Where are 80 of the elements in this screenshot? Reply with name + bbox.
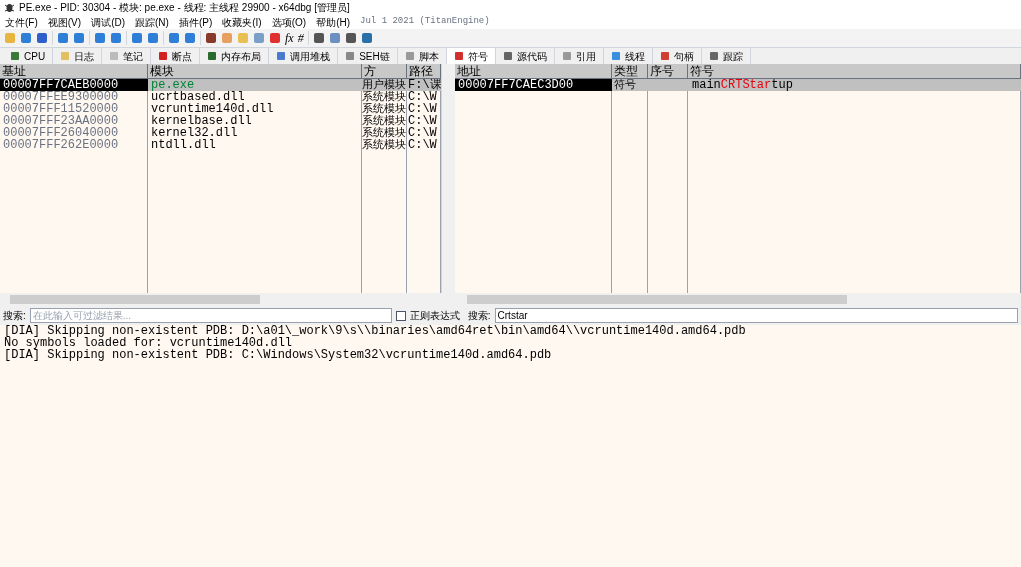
menu-item[interactable]: 帮助(H) — [316, 14, 351, 30]
menu-item[interactable]: 跟踪(N) — [135, 14, 169, 30]
table-cell-text: C:\W — [407, 139, 438, 151]
table-cell-text: 00007FFEE9300000 — [2, 91, 120, 103]
tab-icon — [345, 51, 356, 61]
search-label: 搜索: — [467, 309, 491, 323]
toolbar-glyph[interactable]: # — [297, 31, 304, 45]
menu-item[interactable]: 插件(P) — [178, 14, 213, 30]
table-cell: 系统模块 — [362, 127, 407, 139]
window-title: PE.exe - PID: 30304 - 模块: pe.exe - 线程: 主线程 29900 - x64dbg [管理员] — [19, 1, 350, 15]
search-label: 搜索: — [3, 309, 26, 323]
regex-label: 正则表达式 — [409, 309, 460, 323]
table-cell: F:\课 — [407, 79, 441, 91]
column-header[interactable]: 类型 — [612, 64, 648, 78]
table-row[interactable]: 00007FFF23AA0000 kernelbase.dll 系统模块 C:\W — [0, 115, 441, 127]
toolbar-glyph[interactable]: fx — [285, 31, 294, 45]
table-cell-text: kernelbase.dll — [150, 115, 253, 127]
table-cell-text: C:\W — [407, 127, 438, 139]
column-header[interactable]: 地址 — [455, 64, 612, 78]
log-line: [DIA] Skipping non-existent PDB: D:\a01\_work\9\s\\binaries\amd64ret\bin\amd64\\vcruntime140d.amd64.pdb — [4, 325, 747, 337]
column-header[interactable]: 序号 — [648, 64, 688, 78]
bug-icon — [4, 2, 15, 13]
column-header[interactable]: 模块 — [148, 64, 362, 78]
search-field[interactable]: 在此输入可过滤结果... — [29, 308, 392, 323]
tab-icon — [610, 51, 621, 61]
table-cell-text: kernel32.dll — [150, 127, 239, 139]
tab-icon — [10, 51, 20, 61]
log-line: No symbols loaded for: vcruntime140d.dll — [4, 337, 293, 349]
regex-checkbox[interactable] — [395, 310, 406, 321]
table-cell-text: 00007FFF23AA0000 — [2, 115, 120, 127]
table-cell-text: ucrtbased.dll — [150, 91, 245, 103]
table-row[interactable]: 00007FF7CAEB0000 pe.exe 用户模块 F:\课 — [0, 79, 441, 91]
tab-icon — [453, 51, 464, 61]
tab-icon — [502, 51, 513, 61]
table-cell-text: 00007FFF26040000 — [2, 127, 120, 139]
scrollbar[interactable] — [0, 293, 451, 306]
table-cell: 系统模块 — [362, 103, 407, 115]
menu-item[interactable]: 调试(D) — [91, 14, 125, 30]
table-row[interactable]: 00007FFF26040000 kernel32.dll 系统模块 C:\W — [0, 127, 441, 139]
column-header[interactable]: 符号 — [688, 64, 1021, 78]
table-cell-text: vcruntime140d.dll — [150, 103, 275, 115]
table-cell: 00007FF7CAEC3D00 — [455, 79, 612, 91]
table-cell-text: 00007FFF11520000 — [2, 103, 120, 115]
table-cell-text: C:\W — [407, 103, 438, 115]
log-line: [DIA] Skipping non-existent PDB: C:\Windows\System32\vcruntime140d.amd64.pdb — [4, 349, 553, 361]
tab-icon — [276, 51, 287, 61]
scrollbar[interactable] — [455, 293, 1021, 306]
table-cell: 用户模块 — [362, 79, 407, 91]
tab[interactable]: 符号 — [446, 48, 496, 64]
table-row[interactable]: 00007FFF262E0000 ntdll.dll 系统模块 C:\W — [0, 139, 441, 151]
table-cell-text: ntdll.dll — [150, 139, 217, 151]
table-row[interactable]: 00007FFF11520000 vcruntime140d.dll 系统模块 C:\W — [0, 103, 441, 115]
table-cell-text: C:\W — [407, 91, 438, 103]
tab-icon — [207, 51, 218, 61]
tab-icon — [659, 51, 670, 61]
menu-item[interactable]: 收藏夹(I) — [222, 14, 262, 30]
table-cell-text: 00007FFF262E0000 — [2, 139, 120, 151]
tab-icon — [158, 51, 169, 61]
build-info: Jul 1 2021 (TitanEngine) — [360, 15, 490, 29]
menu-item[interactable]: 视图(V) — [47, 14, 82, 30]
menu-item[interactable]: 文件(F) — [5, 14, 38, 30]
table-cell: 系统模块 — [362, 115, 407, 127]
table-cell-text: 符号 — [613, 79, 637, 91]
table-row[interactable]: 00007FF7CAEC3D00 符号 mainCRTStartup — [455, 79, 1021, 91]
tab-icon — [561, 51, 572, 61]
table-cell-text: pe.exe — [150, 79, 195, 91]
menu-item[interactable]: 选项(O) — [271, 14, 307, 30]
tab-icon — [60, 51, 71, 61]
table-row[interactable]: 00007FFEE9300000 ucrtbased.dll 系统模块 C:\W — [0, 91, 441, 103]
table-cell: 00007FF7CAEB0000 — [0, 79, 148, 91]
table-cell: 系统模块 — [362, 91, 407, 103]
tab-icon — [708, 51, 719, 61]
column-header[interactable]: 基址 — [0, 64, 148, 78]
table-cell: 系统模块 — [362, 139, 407, 151]
table-cell-text: mainCRTStartup — [691, 79, 794, 91]
table-cell-text: C:\W — [407, 115, 438, 127]
tab-icon — [404, 51, 415, 61]
column-header[interactable]: 方 — [362, 64, 407, 78]
search-field[interactable]: Crtstar — [494, 308, 1018, 323]
tab-icon — [109, 51, 120, 61]
